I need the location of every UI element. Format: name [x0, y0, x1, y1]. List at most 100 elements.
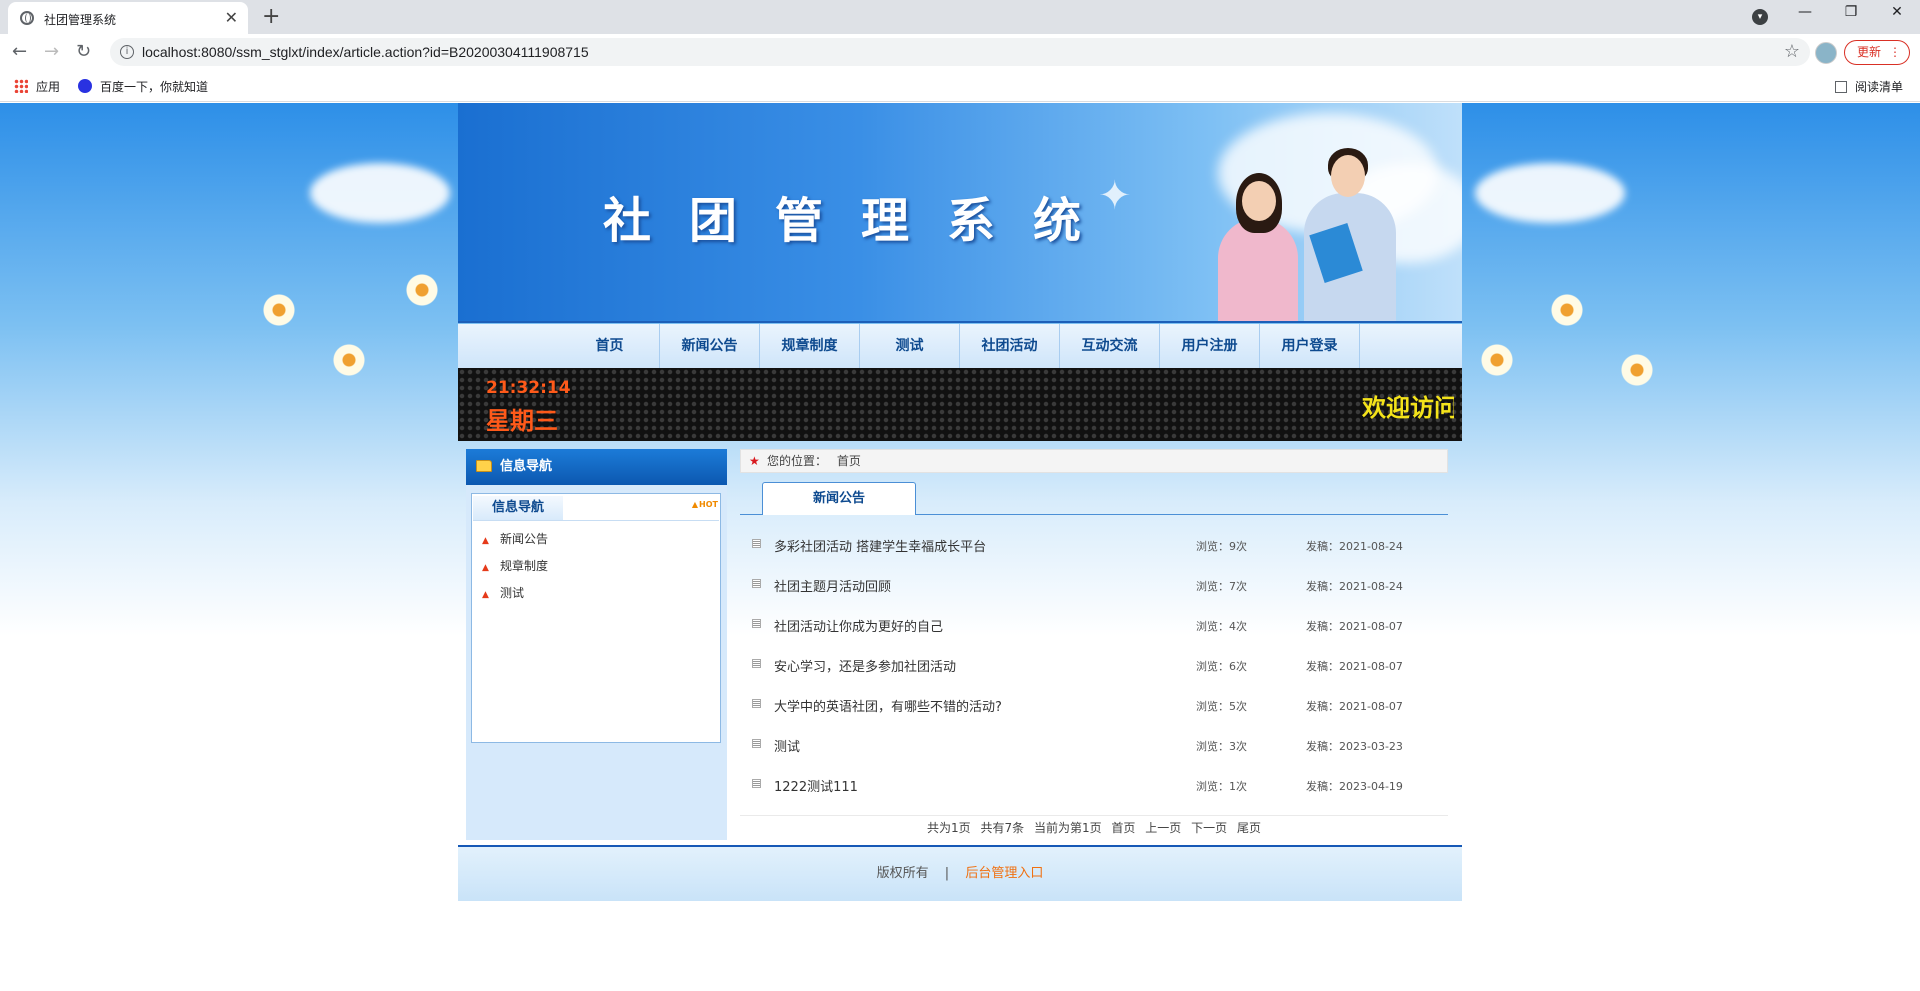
apps-grid-icon	[14, 79, 28, 93]
admin-entry-link[interactable]: 后台管理入口	[965, 866, 1043, 881]
pager-next[interactable]: 下一页	[1191, 821, 1227, 835]
pager-prev[interactable]: 上一页	[1145, 821, 1181, 835]
pager-total-items: 共有7条	[980, 821, 1025, 835]
tab-search-icon[interactable]: ▾	[1752, 9, 1768, 25]
site-footer: 版权所有 | 后台管理入口	[458, 847, 1462, 901]
up-arrow-icon: ▲	[482, 590, 489, 600]
browser-tab[interactable]: 社团管理系统 ✕	[8, 2, 248, 34]
menu-news[interactable]: 新闻公告	[660, 324, 760, 368]
flower-right-2	[1620, 353, 1654, 387]
list-item[interactable]: 多彩社团活动 搭建学生幸福成长平台 浏览：9次 发稿：2021-08-24	[740, 529, 1448, 569]
breadcrumb-home[interactable]: 首页	[837, 454, 861, 468]
banner-underline	[458, 321, 1462, 323]
article-views: 浏览：3次	[1196, 740, 1247, 753]
list-item[interactable]: 安心学习，还是多参加社团活动 浏览：6次 发稿：2021-08-07	[740, 649, 1448, 689]
profile-avatar[interactable]	[1815, 42, 1837, 64]
close-window-icon[interactable]: ✕	[1874, 4, 1920, 20]
article-title[interactable]: 社团主题月活动回顾	[774, 576, 891, 595]
list-item[interactable]: 1222测试111 浏览：1次 发稿：2023-04-19	[740, 769, 1448, 809]
menu-home[interactable]: 首页	[560, 324, 660, 368]
article-title[interactable]: 安心学习，还是多参加社团活动	[774, 656, 956, 675]
site-container: ✦ 社团管理系统 首页 新闻公告 规章制度 测试 社团活动 互动交流 用户注册 …	[458, 103, 1462, 901]
menu-rules[interactable]: 规章制度	[760, 324, 860, 368]
minimize-icon[interactable]: —	[1782, 4, 1828, 20]
welcome-marquee: 欢迎访问	[1362, 394, 1454, 422]
flower-right-1	[1550, 293, 1584, 327]
forward-icon[interactable]: →	[44, 41, 59, 62]
article-title[interactable]: 大学中的英语社团，有哪些不错的活动?	[774, 696, 1002, 715]
url-text[interactable]: localhost:8080/ssm_stglxt/index/article.…	[142, 44, 589, 60]
menu-login[interactable]: 用户登录	[1260, 324, 1360, 368]
list-item[interactable]: 测试 浏览：3次 发稿：2023-03-23	[740, 729, 1448, 769]
sidebar-header: 信息导航	[466, 449, 727, 485]
more-menu-icon: ⋮	[1889, 45, 1901, 59]
new-tab-icon[interactable]: +	[262, 4, 280, 29]
flower-left-1	[262, 293, 296, 327]
pager-last[interactable]: 尾页	[1237, 821, 1261, 835]
site-banner: ✦ 社团管理系统	[458, 103, 1462, 323]
document-icon	[752, 739, 761, 748]
pagination: 共为1页 共有7条 当前为第1页 首页 上一页 下一页 尾页	[740, 819, 1448, 836]
article-title[interactable]: 社团活动让你成为更好的自己	[774, 616, 943, 635]
sidebar-item-label: 规章制度	[500, 559, 549, 573]
reading-list-icon	[1835, 81, 1847, 93]
article-views: 浏览：5次	[1196, 700, 1247, 713]
tab-title: 社团管理系统	[44, 13, 117, 27]
flower-right-3	[1480, 343, 1514, 377]
menu-club-activities[interactable]: 社团活动	[960, 324, 1060, 368]
update-button[interactable]: 更新 ⋮	[1844, 40, 1910, 65]
article-date: 发稿：2021-08-07	[1306, 660, 1403, 673]
sidebar: 信息导航 信息导航 HOT ▲ 新闻公告 ▲ 规章制度 ▲ 测试	[466, 449, 727, 840]
reload-icon[interactable]: ↻	[76, 41, 91, 62]
update-label: 更新	[1857, 45, 1882, 59]
document-icon	[752, 539, 761, 548]
article-title[interactable]: 1222测试111	[774, 776, 858, 795]
breadcrumb: ★ 您的位置： 首页	[740, 449, 1448, 473]
hot-icon: HOT	[692, 500, 718, 509]
sidebar-item-label: 新闻公告	[500, 532, 549, 546]
article-views: 浏览：4次	[1196, 620, 1247, 633]
menu-test[interactable]: 测试	[860, 324, 960, 368]
site-title: 社团管理系统	[603, 193, 1120, 249]
sidebar-item-rules[interactable]: ▲ 规章制度	[482, 557, 548, 574]
sidebar-item-news[interactable]: ▲ 新闻公告	[482, 530, 548, 547]
flower-left-3	[405, 273, 439, 307]
folder-icon	[476, 460, 492, 472]
pager-first[interactable]: 首页	[1111, 821, 1135, 835]
page-background: ✦ 社团管理系统 首页 新闻公告 规章制度 测试 社团活动 互动交流 用户注册 …	[0, 103, 1920, 991]
led-ticker: 21:32:14 星期三 欢迎访问	[458, 368, 1462, 441]
site-info-icon[interactable]: i	[120, 45, 134, 59]
list-item[interactable]: 大学中的英语社团，有哪些不错的活动? 浏览：5次 发稿：2021-08-07	[740, 689, 1448, 729]
article-views: 浏览：9次	[1196, 540, 1247, 553]
baidu-paw-icon	[78, 79, 92, 93]
article-date: 发稿：2021-08-24	[1306, 580, 1403, 593]
article-date: 发稿：2021-08-24	[1306, 540, 1403, 553]
reading-list[interactable]: 阅读清单	[1835, 78, 1903, 95]
sidebar-item-test[interactable]: ▲ 测试	[482, 584, 524, 601]
document-icon	[752, 619, 761, 628]
article-date: 发稿：2021-08-07	[1306, 700, 1403, 713]
article-title[interactable]: 多彩社团活动 搭建学生幸福成长平台	[774, 536, 986, 555]
address-bar[interactable]: i localhost:8080/ssm_stglxt/index/articl…	[110, 38, 1810, 66]
boy-face	[1331, 155, 1365, 197]
list-item[interactable]: 社团主题月活动回顾 浏览：7次 发稿：2021-08-24	[740, 569, 1448, 609]
close-tab-icon[interactable]: ✕	[225, 8, 238, 27]
menu-interaction[interactable]: 互动交流	[1060, 324, 1160, 368]
bookmark-apps[interactable]: 应用	[14, 78, 60, 95]
cloud-left	[310, 163, 450, 223]
pager-total-pages: 共为1页	[927, 821, 971, 835]
menu-register[interactable]: 用户注册	[1160, 324, 1260, 368]
footer-separator: |	[944, 866, 950, 881]
tab-news[interactable]: 新闻公告	[762, 482, 916, 515]
bookmark-star-icon[interactable]: ☆	[1784, 41, 1800, 62]
article-title[interactable]: 测试	[774, 736, 800, 755]
cloud-right	[1475, 163, 1625, 223]
list-item[interactable]: 社团活动让你成为更好的自己 浏览：4次 发稿：2021-08-07	[740, 609, 1448, 649]
bookmark-apps-label: 应用	[36, 80, 61, 94]
bookmark-baidu[interactable]: 百度一下，你就知道	[78, 78, 208, 95]
restore-icon[interactable]: ❐	[1828, 4, 1874, 20]
main-menu: 首页 新闻公告 规章制度 测试 社团活动 互动交流 用户注册 用户登录	[458, 324, 1462, 368]
student-girl	[1218, 218, 1298, 323]
back-icon[interactable]: ←	[12, 41, 27, 62]
article-views: 浏览：7次	[1196, 580, 1247, 593]
